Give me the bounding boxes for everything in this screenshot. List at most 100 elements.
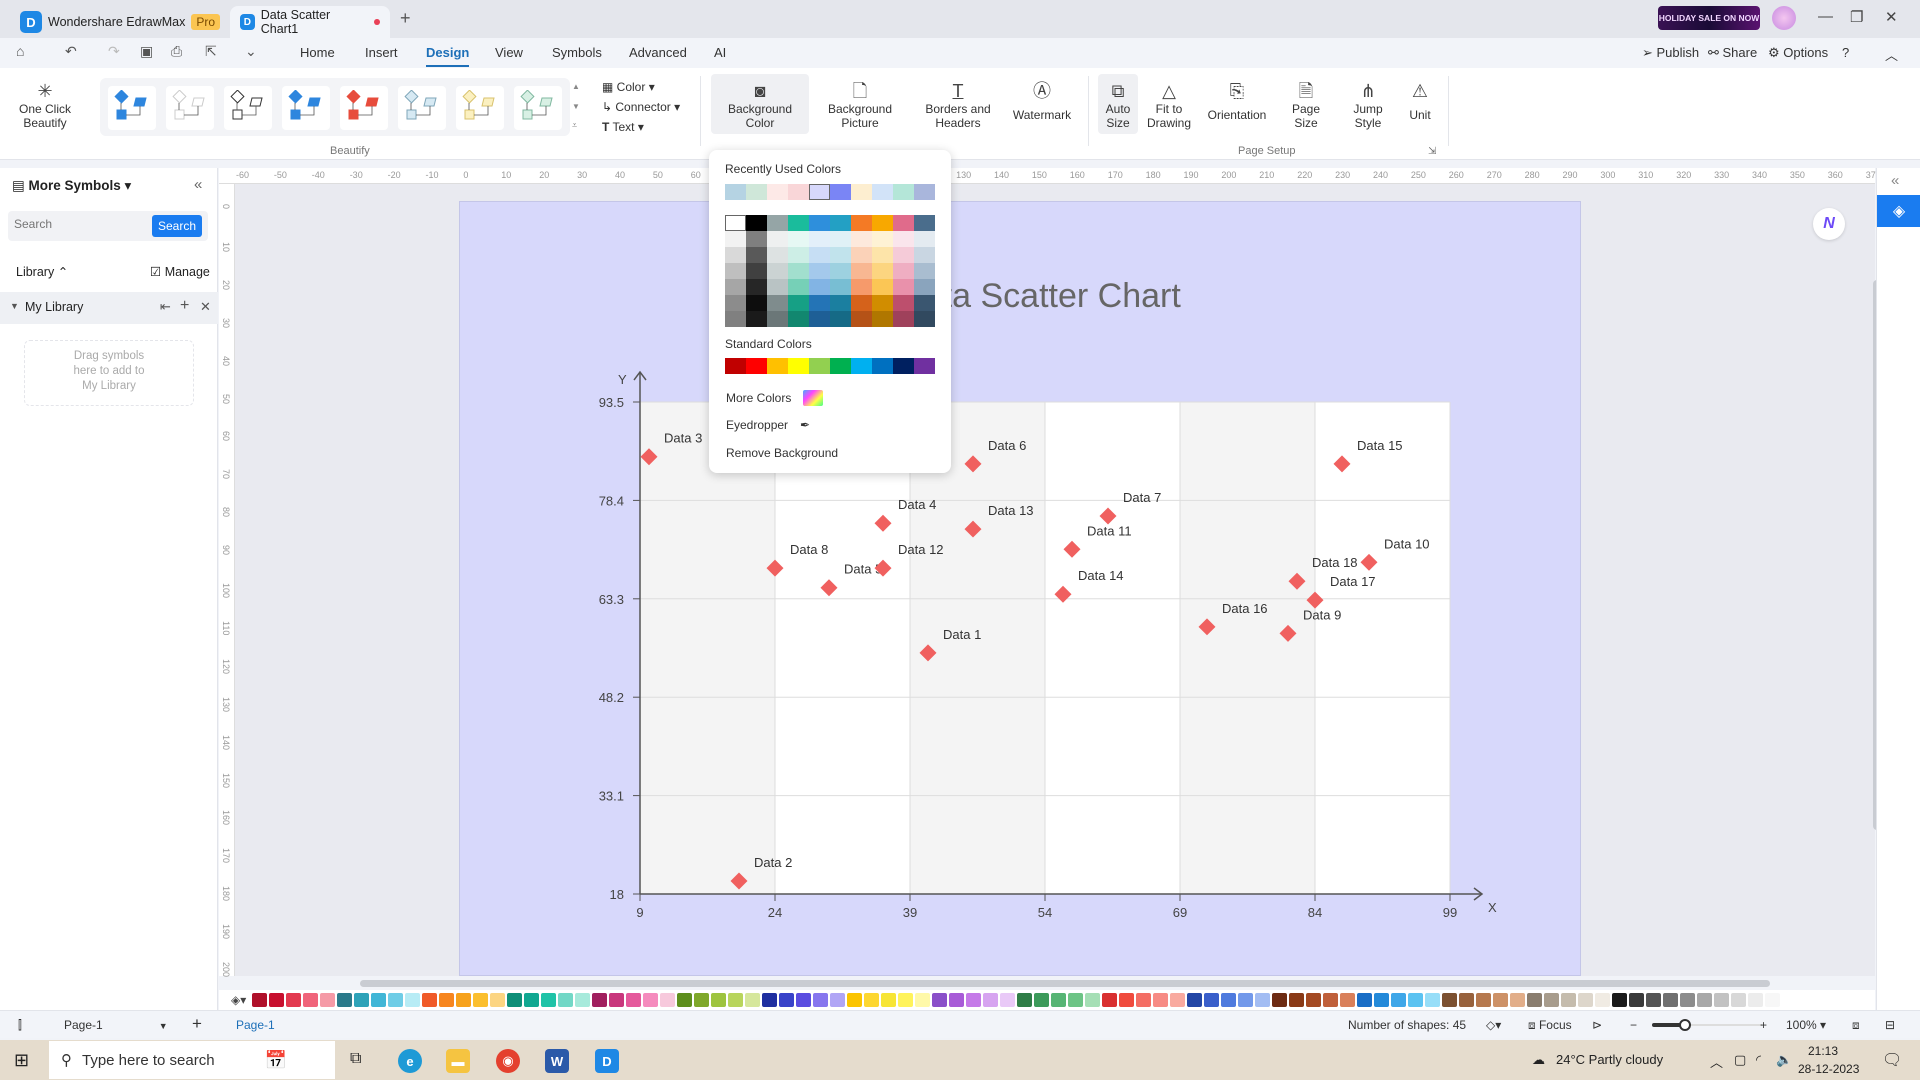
quick-color-swatch[interactable] (1612, 993, 1628, 1007)
theme-color-swatch[interactable] (767, 247, 788, 263)
quick-color-swatch[interactable] (1476, 993, 1492, 1007)
wifi-icon[interactable]: ◜ (1756, 1052, 1761, 1068)
quick-color-swatch[interactable] (1391, 993, 1407, 1007)
expand-triangle-icon[interactable]: ▼ (10, 301, 19, 311)
quick-color-swatch[interactable] (1068, 993, 1084, 1007)
theme-color-swatch[interactable] (725, 295, 746, 311)
gallery-down-icon[interactable]: ▼ (572, 102, 580, 111)
zoom-slider-handle[interactable] (1679, 1019, 1691, 1031)
unit-button[interactable]: ⚠ Unit (1404, 80, 1436, 122)
clock-time[interactable]: 21:13 (1808, 1044, 1838, 1058)
theme-color-swatch[interactable] (893, 295, 914, 311)
quick-color-swatch[interactable] (1000, 993, 1016, 1007)
quick-color-swatch[interactable] (898, 993, 914, 1007)
theme-color-swatch[interactable] (851, 231, 872, 247)
theme-color-swatch[interactable] (746, 311, 767, 327)
remove-background-item[interactable]: Remove Background (726, 446, 838, 460)
quick-color-swatch[interactable] (592, 993, 608, 1007)
quick-color-swatch[interactable] (1646, 993, 1662, 1007)
theme-color-swatch[interactable] (872, 247, 893, 263)
quick-color-swatch[interactable] (864, 993, 880, 1007)
gallery-up-icon[interactable]: ▲ (572, 82, 580, 91)
theme-color-swatch[interactable] (851, 279, 872, 295)
quick-color-swatch[interactable] (1510, 993, 1526, 1007)
theme-color-swatch[interactable] (830, 263, 851, 279)
recent-color-swatch[interactable] (746, 184, 767, 200)
quick-color-swatch[interactable] (1748, 993, 1764, 1007)
theme-color-swatch[interactable] (746, 295, 767, 311)
theme-color-swatch[interactable] (809, 247, 830, 263)
horizontal-scrollbar[interactable] (360, 980, 1770, 987)
quick-color-swatch[interactable] (524, 993, 540, 1007)
quick-color-swatch[interactable] (1204, 993, 1220, 1007)
theme-color-swatch[interactable] (788, 247, 809, 263)
collapse-ribbon-icon[interactable]: ︿ (1885, 45, 1898, 64)
recent-color-swatch[interactable] (872, 184, 893, 200)
theme-color-swatch[interactable] (809, 215, 830, 231)
my-library-row[interactable]: ▼ My Library ⇤ + ✕ (0, 292, 218, 324)
quick-color-swatch[interactable] (745, 993, 761, 1007)
quick-color-swatch[interactable] (1221, 993, 1237, 1007)
theme-color-swatch[interactable] (725, 215, 746, 231)
menu-advanced[interactable]: Advanced (629, 45, 687, 60)
print-icon[interactable]: ⎙ (171, 43, 182, 60)
quick-color-swatch[interactable] (473, 993, 489, 1007)
fill-bucket-icon[interactable]: ◈▾ (231, 993, 246, 1007)
theme-color-swatch[interactable] (767, 231, 788, 247)
gallery-expand-icon[interactable]: ⩡ (572, 120, 577, 131)
menu-ai[interactable]: AI (714, 45, 726, 60)
quick-color-swatch[interactable] (1136, 993, 1152, 1007)
share-button[interactable]: ⚯ Share (1708, 45, 1757, 61)
theme-color-swatch[interactable] (830, 295, 851, 311)
chrome-icon[interactable]: ◉ (496, 1049, 520, 1073)
standard-color-swatch[interactable] (872, 358, 893, 374)
theme-color-swatch[interactable] (746, 247, 767, 263)
options-button[interactable]: ⚙ Options (1768, 45, 1828, 61)
theme-color-swatch[interactable] (914, 215, 935, 231)
connector-button[interactable]: ↳ Connector ▾ (602, 100, 680, 114)
standard-color-swatch[interactable] (746, 358, 767, 374)
standard-color-swatch[interactable] (851, 358, 872, 374)
quick-color-swatch[interactable] (1561, 993, 1577, 1007)
quick-color-swatch[interactable] (915, 993, 931, 1007)
recent-color-swatch[interactable] (725, 184, 746, 200)
recent-color-swatch[interactable] (830, 184, 851, 200)
quick-color-swatch[interactable] (1731, 993, 1747, 1007)
quick-color-swatch[interactable] (507, 993, 523, 1007)
quick-color-swatch[interactable] (643, 993, 659, 1007)
play-icon[interactable]: ⊳ (1592, 1018, 1602, 1032)
theme-color-swatch[interactable] (746, 263, 767, 279)
theme-color-swatch[interactable] (788, 311, 809, 327)
beautify-style-5[interactable] (340, 86, 388, 130)
quick-color-swatch[interactable] (1170, 993, 1186, 1007)
theme-color-swatch[interactable] (914, 247, 935, 263)
theme-color-swatch[interactable] (851, 295, 872, 311)
theme-color-swatch[interactable] (914, 295, 935, 311)
manage-button[interactable]: ☑ Manage (150, 264, 210, 279)
close-library-icon[interactable]: ✕ (200, 299, 211, 315)
recent-color-swatch[interactable] (893, 184, 914, 200)
theme-color-swatch[interactable] (830, 215, 851, 231)
borders-headers-button[interactable]: T Borders and Headers (918, 80, 998, 130)
recent-color-swatch[interactable] (809, 184, 830, 200)
quick-color-swatch[interactable] (269, 993, 285, 1007)
recent-color-swatch[interactable] (914, 184, 935, 200)
quick-color-swatch[interactable] (1272, 993, 1288, 1007)
quick-color-swatch[interactable] (626, 993, 642, 1007)
drawing-page[interactable] (459, 201, 1581, 976)
theme-color-swatch[interactable] (851, 215, 872, 231)
symbol-search-input[interactable] (14, 217, 144, 231)
edrawmax-taskbar-icon[interactable]: D (595, 1049, 619, 1073)
theme-color-swatch[interactable] (725, 263, 746, 279)
menu-insert[interactable]: Insert (365, 45, 398, 60)
menu-home[interactable]: Home (300, 45, 335, 60)
zoom-slider[interactable] (1652, 1019, 1762, 1031)
quick-color-swatch[interactable] (1357, 993, 1373, 1007)
quick-color-swatch[interactable] (490, 993, 506, 1007)
theme-color-swatch[interactable] (767, 263, 788, 279)
page-setup-launcher-icon[interactable]: ⇲ (1428, 146, 1436, 157)
quick-color-swatch[interactable] (422, 993, 438, 1007)
quick-color-swatch[interactable] (1544, 993, 1560, 1007)
beautify-style-7[interactable] (456, 86, 504, 130)
theme-color-swatch[interactable] (788, 231, 809, 247)
